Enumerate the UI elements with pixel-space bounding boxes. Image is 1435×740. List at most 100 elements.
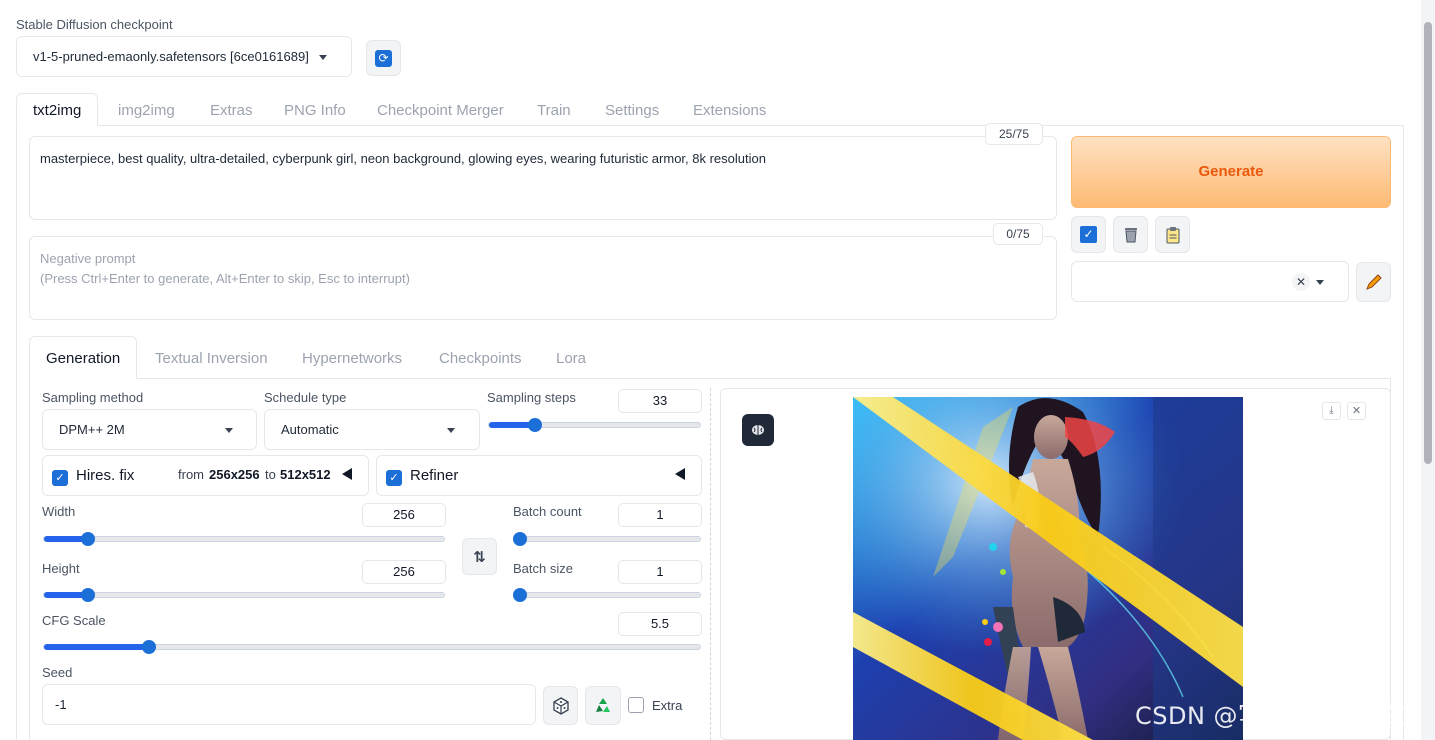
chevron-down-icon — [1316, 280, 1324, 285]
width-input[interactable]: 256 — [362, 503, 446, 527]
tab-checkpoints[interactable]: Checkpoints — [439, 350, 522, 367]
tab-txt2img[interactable]: txt2img — [16, 93, 99, 126]
hires-fix-panel[interactable]: ✓ Hires. fix from 256x256 to 512x512 — [42, 455, 369, 496]
batch-size-label: Batch size — [513, 561, 573, 576]
interrogate-button[interactable] — [742, 414, 774, 446]
slider-fill — [44, 644, 149, 650]
styles-dropdown[interactable]: ✕ — [1071, 261, 1349, 302]
clear-prompt-button[interactable] — [1113, 216, 1148, 253]
slider-thumb[interactable] — [513, 588, 527, 602]
refiner-checkbox[interactable]: ✓ — [386, 470, 402, 486]
prompt-input[interactable]: masterpiece, best quality, ultra-detaile… — [29, 136, 1057, 220]
hires-to-text: to — [265, 467, 276, 482]
slider-thumb[interactable] — [81, 588, 95, 602]
hires-from-value: 256x256 — [209, 467, 260, 482]
swap-dimensions-button[interactable]: ⇅ — [462, 538, 497, 575]
checkpoint-label: Stable Diffusion checkpoint — [16, 17, 173, 32]
hires-from-text: from — [178, 467, 204, 482]
sampling-steps-slider[interactable] — [488, 418, 701, 432]
chevron-down-icon — [319, 55, 327, 60]
tab-settings[interactable]: Settings — [605, 102, 659, 119]
refresh-icon: ⟳ — [375, 49, 392, 67]
clear-icon[interactable]: ✕ — [1292, 273, 1310, 291]
tab-img2img[interactable]: img2img — [118, 102, 175, 119]
sampling-steps-label: Sampling steps — [487, 390, 576, 405]
cfg-scale-input[interactable]: 5.5 — [618, 612, 702, 636]
refiner-label: Refiner — [410, 467, 459, 484]
page-scrollbar-thumb[interactable] — [1424, 22, 1432, 464]
sampling-method-select[interactable]: DPM++ 2M — [42, 409, 257, 450]
random-seed-button[interactable] — [543, 686, 578, 725]
schedule-type-value: Automatic — [281, 422, 339, 437]
prompt-token-counter: 25/75 — [985, 123, 1043, 145]
slider-thumb[interactable] — [528, 418, 542, 432]
hires-fix-checkbox[interactable]: ✓ — [52, 470, 68, 486]
tab-png-info[interactable]: PNG Info — [284, 102, 346, 119]
hires-to-value: 512x512 — [280, 467, 331, 482]
batch-size-input[interactable]: 1 — [618, 560, 702, 584]
tab-extensions[interactable]: Extensions — [693, 102, 766, 119]
schedule-type-select[interactable]: Automatic — [264, 409, 480, 450]
batch-count-input[interactable]: 1 — [618, 503, 702, 527]
negative-token-counter: 0/75 — [993, 223, 1043, 245]
height-slider[interactable] — [43, 588, 445, 602]
height-label: Height — [42, 561, 80, 576]
sampling-method-value: DPM++ 2M — [59, 422, 125, 437]
generate-button[interactable]: Generate — [1071, 136, 1391, 208]
prompt-text: masterpiece, best quality, ultra-detaile… — [40, 151, 766, 166]
close-icon[interactable]: ✕ — [1347, 402, 1366, 420]
batch-count-slider[interactable] — [513, 532, 701, 546]
chevron-down-icon — [225, 428, 233, 433]
batch-size-slider[interactable] — [513, 588, 701, 602]
cfg-scale-label: CFG Scale — [42, 613, 106, 628]
apply-style-button[interactable] — [1155, 216, 1190, 253]
tab-extras[interactable]: Extras — [210, 102, 253, 119]
swap-icon: ⇅ — [473, 548, 486, 566]
slider-thumb[interactable] — [142, 640, 156, 654]
download-icon[interactable]: ⤓ — [1322, 402, 1341, 420]
negative-prompt-input[interactable]: Negative prompt (Press Ctrl+Enter to gen… — [29, 236, 1057, 320]
tab-textual-inversion[interactable]: Textual Inversion — [155, 350, 268, 367]
clipboard-icon — [1166, 226, 1179, 243]
watermark-text: CSDN @写点自己想写的 — [1135, 702, 1410, 730]
width-slider[interactable] — [43, 532, 445, 546]
seed-label: Seed — [42, 665, 73, 680]
slider-thumb[interactable] — [513, 532, 527, 546]
negative-prompt-placeholder-hint: (Press Ctrl+Enter to generate, Alt+Enter… — [40, 271, 410, 286]
width-label: Width — [42, 504, 76, 519]
tab-generation[interactable]: Generation — [29, 336, 138, 379]
recycle-icon — [596, 697, 610, 712]
height-input[interactable]: 256 — [362, 560, 446, 584]
negative-prompt-placeholder-title: Negative prompt — [40, 251, 136, 266]
tab-lora[interactable]: Lora — [556, 350, 586, 367]
sampling-steps-input[interactable]: 33 — [618, 389, 702, 413]
generated-image[interactable] — [853, 397, 1243, 740]
cfg-scale-slider[interactable] — [43, 640, 701, 654]
brain-icon — [752, 425, 764, 435]
schedule-type-label: Schedule type — [264, 390, 347, 405]
sampling-method-label: Sampling method — [42, 390, 144, 405]
trash-icon — [1124, 227, 1137, 242]
tab-checkpoint-merger[interactable]: Checkpoint Merger — [377, 102, 504, 119]
seed-input[interactable]: -1 — [42, 684, 536, 725]
tab-hypernetworks[interactable]: Hypernetworks — [302, 350, 402, 367]
pencil-icon — [1365, 274, 1382, 290]
collapse-arrow-icon[interactable] — [675, 468, 685, 480]
extra-seed-label: Extra — [652, 698, 683, 713]
chevron-down-icon — [447, 428, 455, 433]
tab-train[interactable]: Train — [537, 102, 571, 119]
checkpoint-select[interactable]: v1-5-pruned-emaonly.safetensors [6ce0161… — [16, 36, 352, 77]
hires-fix-label: Hires. fix — [76, 467, 135, 484]
edit-styles-button[interactable] — [1356, 262, 1391, 302]
cyberpunk-girl-image — [853, 397, 1243, 740]
read-params-button[interactable]: ✓ — [1071, 216, 1106, 253]
slider-thumb[interactable] — [81, 532, 95, 546]
refiner-panel[interactable]: ✓ Refiner — [376, 455, 702, 496]
reuse-seed-button[interactable] — [585, 686, 621, 725]
checkbox-icon: ✓ — [1080, 226, 1097, 243]
batch-count-label: Batch count — [513, 504, 582, 519]
refresh-checkpoint-button[interactable]: ⟳ — [366, 40, 401, 76]
collapse-arrow-icon[interactable] — [342, 468, 352, 480]
dice-icon — [552, 696, 569, 715]
extra-seed-checkbox[interactable] — [628, 697, 644, 713]
